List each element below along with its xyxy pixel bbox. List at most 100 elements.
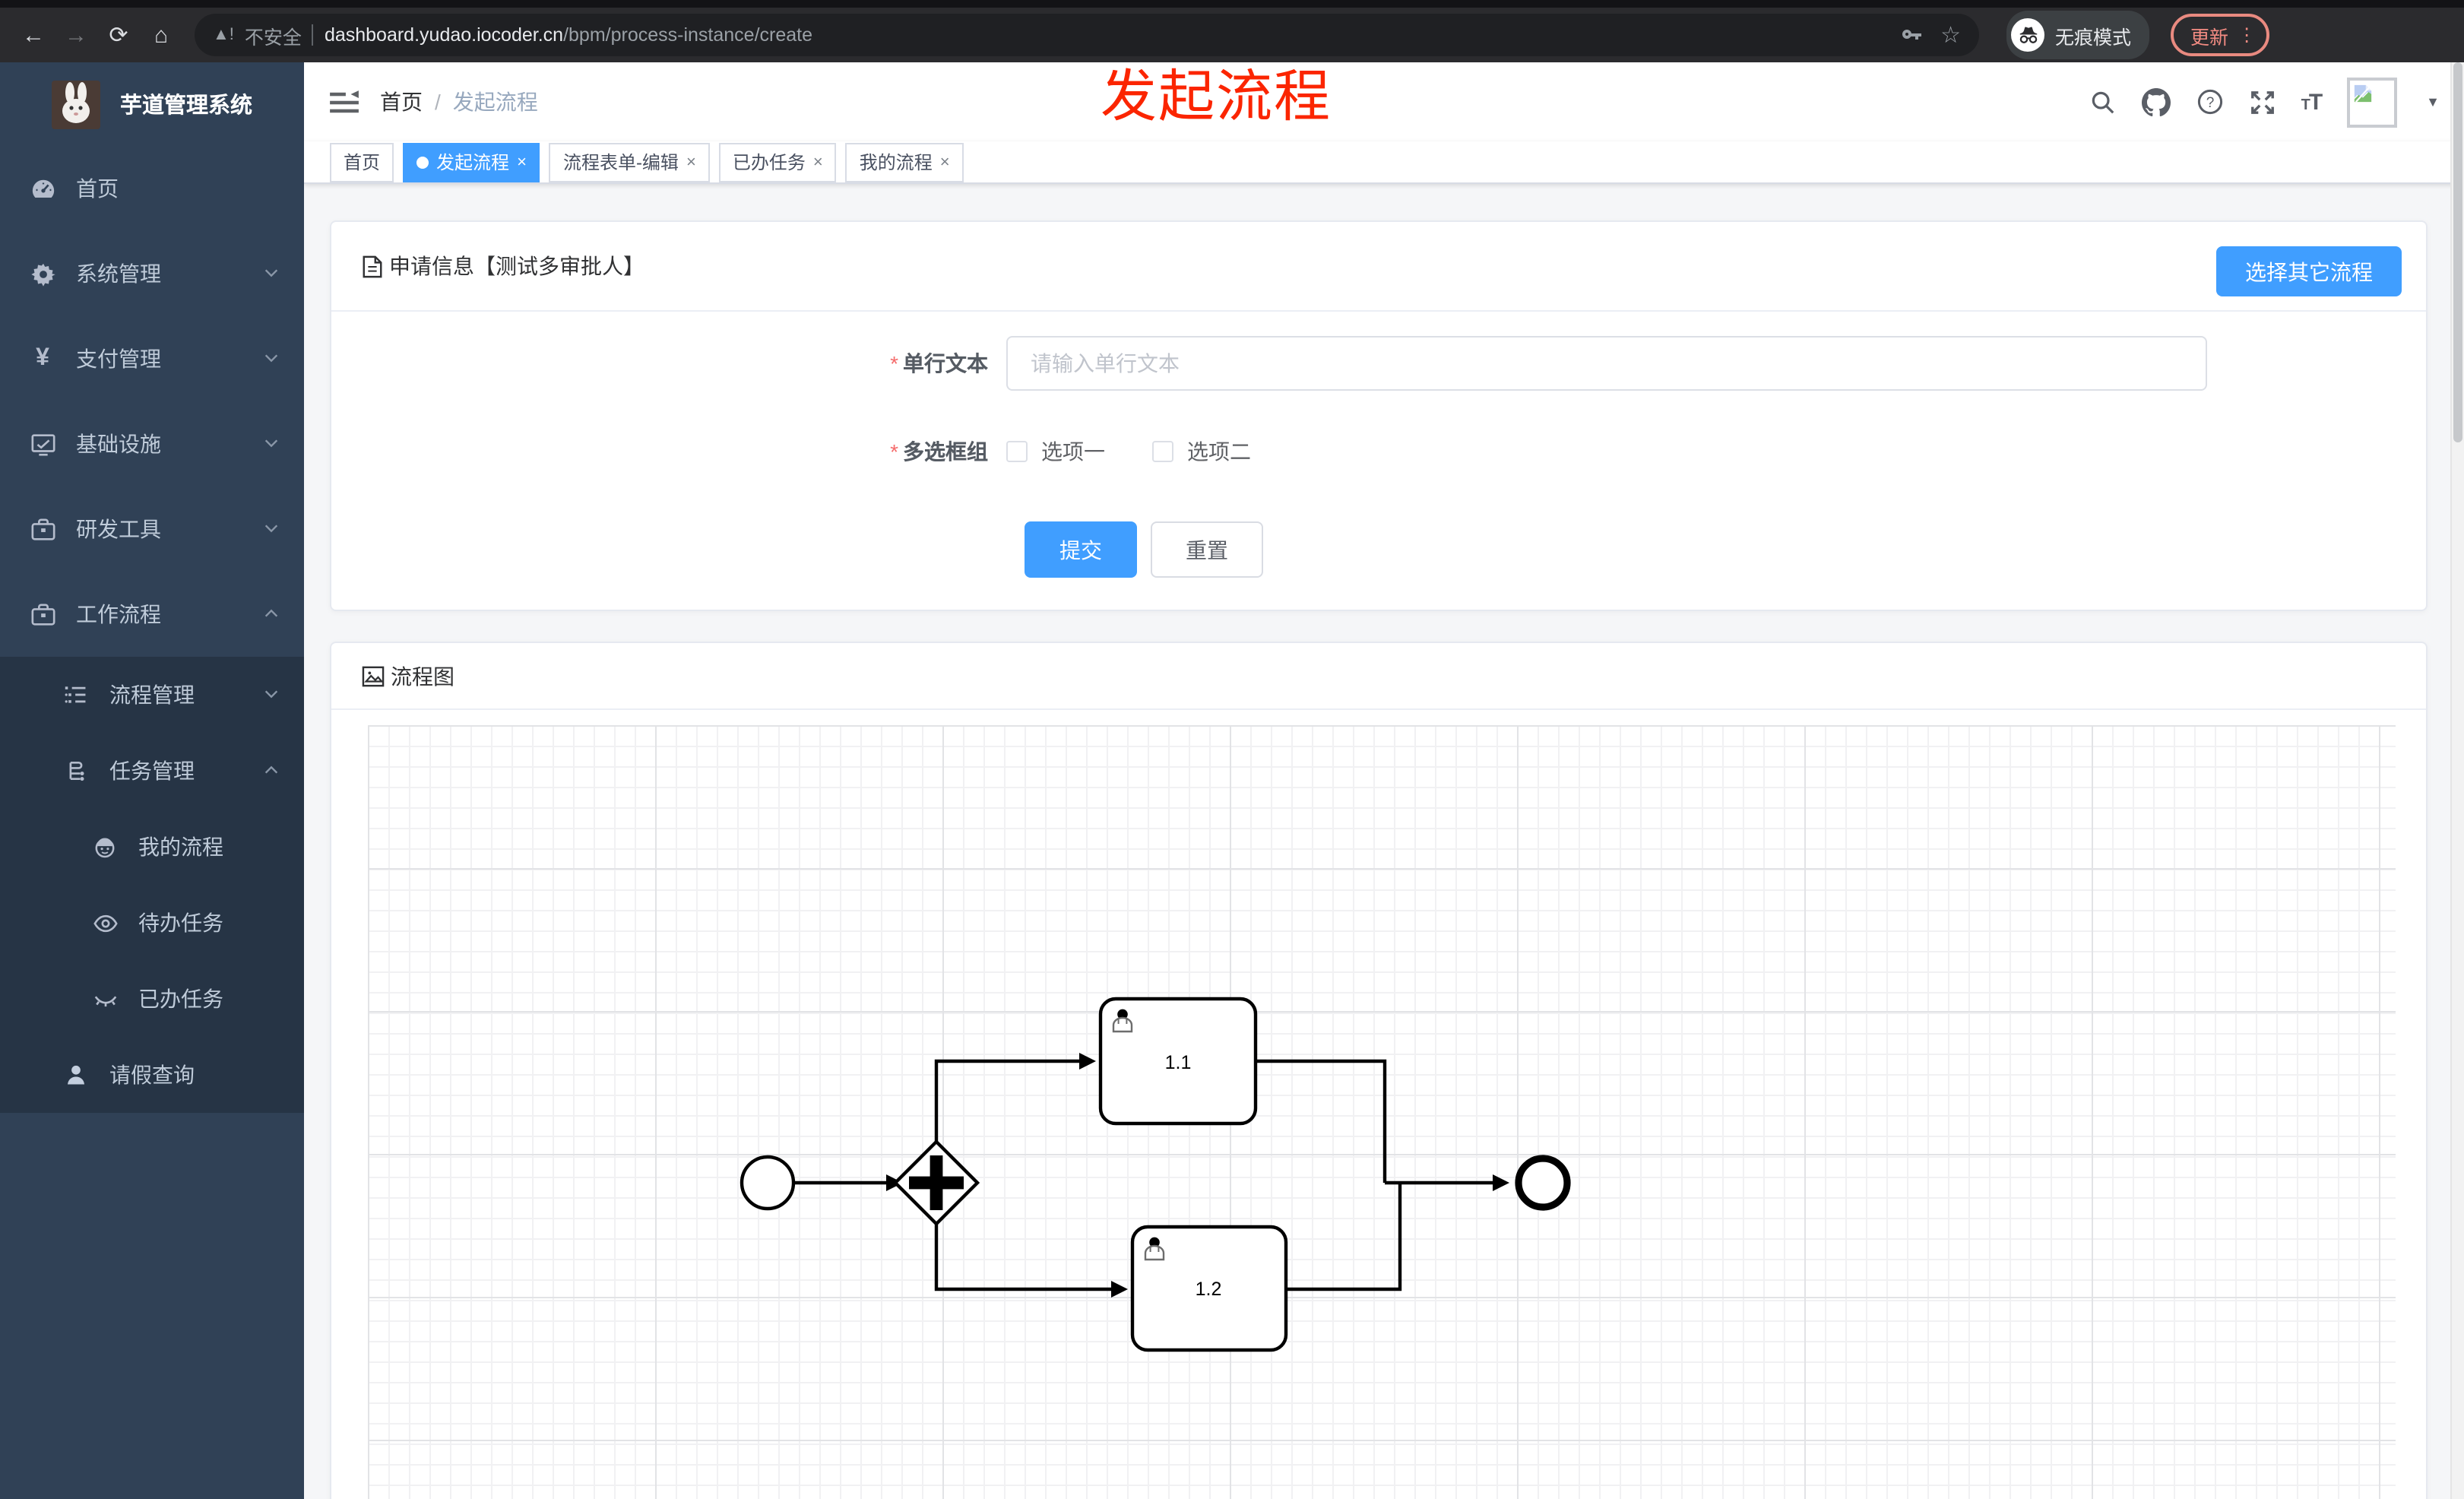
tab-form-edit[interactable]: 流程表单-编辑 ×: [549, 142, 710, 182]
sidebar-logo[interactable]: 芋道管理系统: [0, 62, 304, 146]
update-label: 更新: [2190, 27, 2229, 48]
url-domain: dashboard.yudao.iocoder.cn: [324, 24, 564, 46]
sidebar-item-pay[interactable]: ¥ 支付管理: [0, 316, 304, 401]
sidebar-item-system[interactable]: 系统管理: [0, 231, 304, 316]
bpmn-user-task-2[interactable]: 1.2: [1130, 1225, 1288, 1352]
chevron-down-icon: [263, 261, 280, 286]
avatar-caret-icon[interactable]: ▼: [2426, 94, 2440, 109]
close-icon[interactable]: ×: [686, 153, 696, 171]
key-icon[interactable]: [1898, 23, 1922, 47]
tab-label: 首页: [344, 152, 381, 173]
picture-icon: [362, 665, 385, 686]
apply-info-title: 申请信息【测试多审批人】: [389, 254, 645, 278]
diagram-body: 1.1 1.2: [331, 710, 2426, 1499]
browser-menu-icon[interactable]: ⋮: [2238, 24, 2256, 46]
sidebar-item-my-process[interactable]: 我的流程: [0, 809, 304, 885]
search-icon[interactable]: [2090, 89, 2116, 115]
chevron-up-icon: [263, 759, 280, 783]
checkbox-option-2[interactable]: 选项二: [1152, 436, 1251, 467]
required-star: *: [890, 351, 898, 376]
task-label: 1.1: [1165, 1052, 1192, 1073]
tab-create-process[interactable]: 发起流程 ×: [403, 142, 540, 182]
chevron-up-icon: [263, 602, 280, 626]
scrollbar-thumb[interactable]: [2453, 62, 2462, 442]
bpmn-end-event[interactable]: [1515, 1155, 1571, 1211]
sidebar-item-infra[interactable]: 基础设施: [0, 401, 304, 486]
page-scrollbar[interactable]: [2450, 62, 2464, 1499]
process-diagram-card: 流程图 1.1 1.2: [330, 642, 2428, 1499]
sidebar-item-leave-query[interactable]: 请假查询: [0, 1037, 304, 1113]
apply-info-card: 申请信息【测试多审批人】 选择其它流程 *单行文本 *多选框组 选项一: [330, 220, 2428, 611]
app-viewport: ← → ⟳ ⌂ ▲! 不安全 dashboard.yudao.iocoder.c…: [0, 0, 2464, 1499]
checkbox-group-label: * 多选框组: [890, 439, 988, 464]
url-bar[interactable]: ▲! 不安全 dashboard.yudao.iocoder.cn/bpm/pr…: [195, 14, 1979, 56]
choose-other-process-button[interactable]: 选择其它流程: [2216, 246, 2402, 296]
eye-closed-icon: [90, 986, 120, 1012]
close-icon[interactable]: ×: [517, 153, 527, 171]
bpmn-diagram: 1.1 1.2: [740, 997, 1571, 1352]
tab-label: 我的流程: [859, 152, 933, 173]
bpmn-user-task-1[interactable]: 1.1: [1098, 997, 1258, 1126]
close-icon[interactable]: ×: [813, 153, 823, 171]
logo-image: [52, 80, 100, 128]
close-icon[interactable]: ×: [940, 153, 950, 171]
forward-icon[interactable]: →: [58, 17, 94, 53]
sidebar: 芋道管理系统 首页 系统管理 ¥ 支付管理 基础设施 研发工具 工作流程 流程管…: [0, 62, 304, 1499]
font-size-icon[interactable]: TT: [2301, 89, 2323, 115]
sidebar-item-devtools[interactable]: 研发工具: [0, 486, 304, 572]
tab-done-tasks[interactable]: 已办任务 ×: [718, 142, 837, 182]
tags-view-bar: 首页 发起流程 × 流程表单-编辑 × 已办任务 × 我的流程 ×: [304, 141, 2464, 184]
single-line-text-input[interactable]: [1006, 336, 2207, 391]
submit-button[interactable]: 提交: [1025, 521, 1137, 578]
bookmark-star-icon[interactable]: ☆: [1940, 21, 1961, 49]
sidebar-item-home[interactable]: 首页: [0, 146, 304, 231]
browser-tab-strip: [0, 0, 2464, 8]
fullscreen-icon[interactable]: [2250, 89, 2276, 115]
security-warning-icon: ▲!: [213, 26, 234, 44]
sidebar-item-label: 支付管理: [76, 347, 161, 371]
checkbox-option-1[interactable]: 选项一: [1006, 436, 1105, 467]
checkbox-icon[interactable]: [1006, 441, 1028, 462]
bpmn-canvas[interactable]: 1.1 1.2: [368, 725, 2396, 1499]
avatar[interactable]: [2347, 77, 2398, 127]
reload-icon[interactable]: ⟳: [100, 17, 137, 53]
svg-text:?: ?: [2206, 95, 2214, 111]
help-icon[interactable]: ?: [2196, 88, 2224, 116]
app-title: 芋道管理系统: [120, 94, 252, 119]
incognito-label: 无痕模式: [2055, 27, 2132, 48]
bpmn-start-event[interactable]: [740, 1155, 796, 1211]
url-path: /bpm/process-instance/create: [563, 24, 812, 46]
top-navbar: 首页 / 发起流程 ? TT ▼: [304, 62, 2464, 141]
gear-icon: [27, 261, 58, 287]
checkbox-label: 选项一: [1041, 439, 1105, 464]
briefcase-icon: [27, 601, 58, 627]
sidebar-collapse-icon[interactable]: [330, 89, 359, 115]
back-icon[interactable]: ←: [15, 17, 52, 53]
breadcrumb-home[interactable]: 首页: [380, 87, 423, 117]
github-icon[interactable]: [2141, 87, 2171, 116]
url-separator: [312, 24, 314, 46]
text-field-label: * 单行文本: [890, 351, 988, 376]
sidebar-item-label: 已办任务: [138, 987, 223, 1011]
branch-icon: [61, 759, 91, 783]
home-icon[interactable]: ⌂: [143, 17, 179, 53]
tab-home[interactable]: 首页: [330, 142, 394, 182]
page-content: 申请信息【测试多审批人】 选择其它流程 *单行文本 *多选框组 选项一: [304, 184, 2464, 1499]
tree-list-icon: [61, 683, 91, 707]
security-label: 不安全: [244, 27, 302, 48]
update-button[interactable]: 更新 ⋮: [2171, 14, 2270, 56]
form-actions-row: 提交 重置: [331, 521, 2426, 578]
required-star: *: [890, 439, 898, 464]
reset-button[interactable]: 重置: [1151, 521, 1263, 578]
sidebar-item-todo-tasks[interactable]: 待办任务: [0, 885, 304, 961]
tab-label: 流程表单-编辑: [562, 152, 679, 173]
checkbox-icon[interactable]: [1152, 441, 1173, 462]
bpmn-parallel-gateway[interactable]: [892, 1139, 980, 1227]
sidebar-item-process-mgmt[interactable]: 流程管理: [0, 657, 304, 733]
sidebar-item-workflow[interactable]: 工作流程: [0, 572, 304, 657]
tab-my-process[interactable]: 我的流程 ×: [845, 142, 964, 182]
sidebar-item-task-mgmt[interactable]: 任务管理: [0, 733, 304, 809]
sidebar-item-done-tasks[interactable]: 已办任务: [0, 961, 304, 1037]
chevron-down-icon: [263, 683, 280, 707]
sidebar-item-label: 系统管理: [76, 261, 161, 286]
